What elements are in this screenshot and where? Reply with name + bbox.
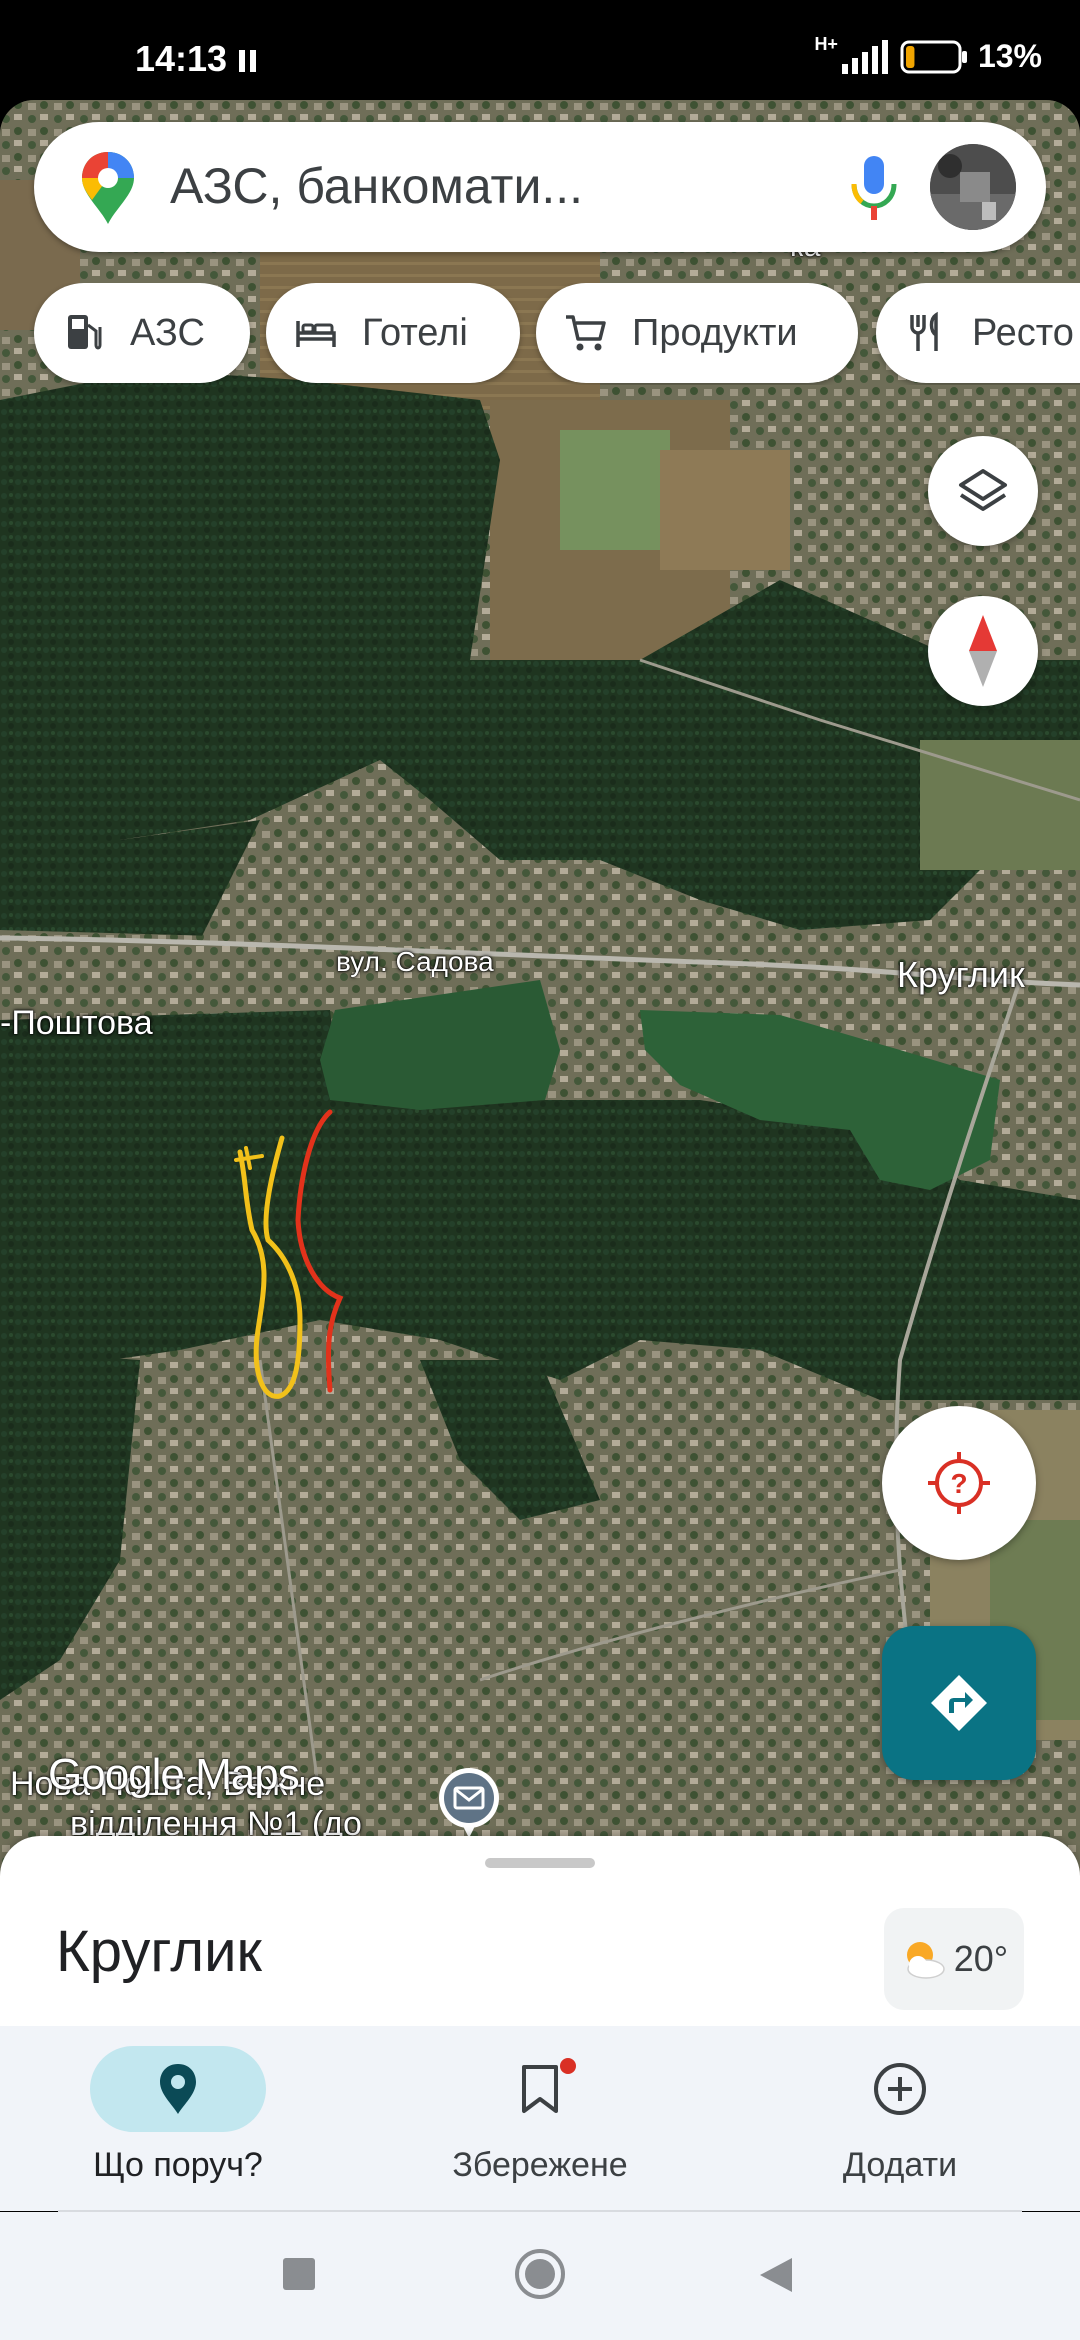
layers-button[interactable] — [928, 436, 1038, 546]
nav-label: Що поруч? — [93, 2146, 263, 2184]
street-label: вул. Садова — [336, 946, 494, 977]
status-indicators: H+ 13% — [814, 34, 1042, 75]
street-label-poshtova: -Поштова — [0, 1004, 153, 1042]
gas-station-icon — [68, 315, 102, 350]
battery-icon — [900, 40, 967, 73]
search-input[interactable] — [170, 156, 770, 216]
layers-icon — [959, 469, 1007, 511]
my-location-button[interactable]: ? — [882, 1406, 1036, 1560]
svg-text:?: ? — [950, 1468, 967, 1499]
search-bar[interactable] — [34, 122, 1046, 252]
nav-label: Збережене — [452, 2146, 628, 2184]
status-bar: 14:13 H+ 13% — [0, 0, 1080, 100]
nav-label: Додати — [842, 2146, 958, 2184]
nav-contribute-pill — [812, 2046, 988, 2132]
chip-restaurants[interactable]: Ресто — [876, 283, 1080, 383]
status-time: 14:13 — [135, 38, 228, 79]
pause-icon — [239, 50, 256, 72]
weather-chip[interactable]: 20° — [884, 1908, 1024, 2010]
place-sheet[interactable]: Круглик 20° — [0, 1836, 1080, 2026]
temperature: 20° — [953, 1938, 1009, 1979]
bed-icon — [296, 321, 336, 347]
place-title: Круглик — [56, 1919, 262, 1984]
screen: 14:13 H+ 13% вул. Садова Круглик -Поштов… — [0, 0, 1080, 2340]
chip-gas-stations[interactable]: АЗС — [34, 283, 250, 383]
google-maps-logo: Google Maps — [48, 1750, 300, 1799]
microphone-icon[interactable] — [842, 154, 906, 222]
bookmark-icon — [522, 2065, 558, 2113]
chip-hotels[interactable]: Готелі — [266, 283, 520, 383]
bottom-navigation: Що поруч? Збережене Додати — [0, 2026, 1080, 2211]
signal-icon — [841, 39, 888, 74]
home-icon[interactable] — [514, 2248, 566, 2300]
notification-badge — [560, 2058, 576, 2074]
compass-icon — [969, 615, 997, 687]
directions-button[interactable] — [882, 1626, 1036, 1780]
nav-saved[interactable]: Збережене — [420, 2046, 660, 2185]
nav-explore-pill — [90, 2046, 266, 2132]
shopping-cart-icon — [566, 315, 606, 351]
avatar-image — [930, 144, 1016, 230]
google-maps-pin-icon — [82, 152, 134, 224]
partly-cloudy-icon — [906, 1942, 945, 1979]
recents-icon[interactable] — [282, 2257, 316, 2291]
restaurant-icon — [910, 311, 938, 351]
back-icon[interactable] — [758, 2256, 794, 2294]
chip-label: Продукти — [632, 311, 798, 354]
directions-icon — [931, 1675, 987, 1731]
network-type: H+ — [814, 34, 838, 54]
location-pin-icon — [160, 2064, 196, 2114]
avatar[interactable] — [930, 144, 1016, 230]
nav-explore[interactable]: Що поруч? — [58, 2046, 298, 2185]
nav-saved-pill — [452, 2046, 628, 2132]
add-circle-icon — [874, 2063, 926, 2115]
village-label[interactable]: Круглик — [897, 954, 1025, 996]
location-unknown-icon: ? — [928, 1452, 990, 1514]
compass-button[interactable] — [928, 596, 1038, 706]
chip-label: Ресто — [972, 311, 1074, 354]
battery-percent: 13% — [977, 38, 1042, 74]
sheet-drag-handle[interactable] — [485, 1858, 595, 1868]
chip-label: АЗС — [130, 311, 205, 354]
chip-groceries[interactable]: Продукти — [536, 283, 858, 383]
nav-contribute[interactable]: Додати — [780, 2046, 1020, 2185]
category-chips: АЗС Готелі Продукти Ресто — [0, 283, 1080, 385]
system-navigation — [0, 2212, 1080, 2340]
mail-pin-icon[interactable] — [435, 1766, 503, 1846]
chip-label: Готелі — [362, 311, 468, 354]
